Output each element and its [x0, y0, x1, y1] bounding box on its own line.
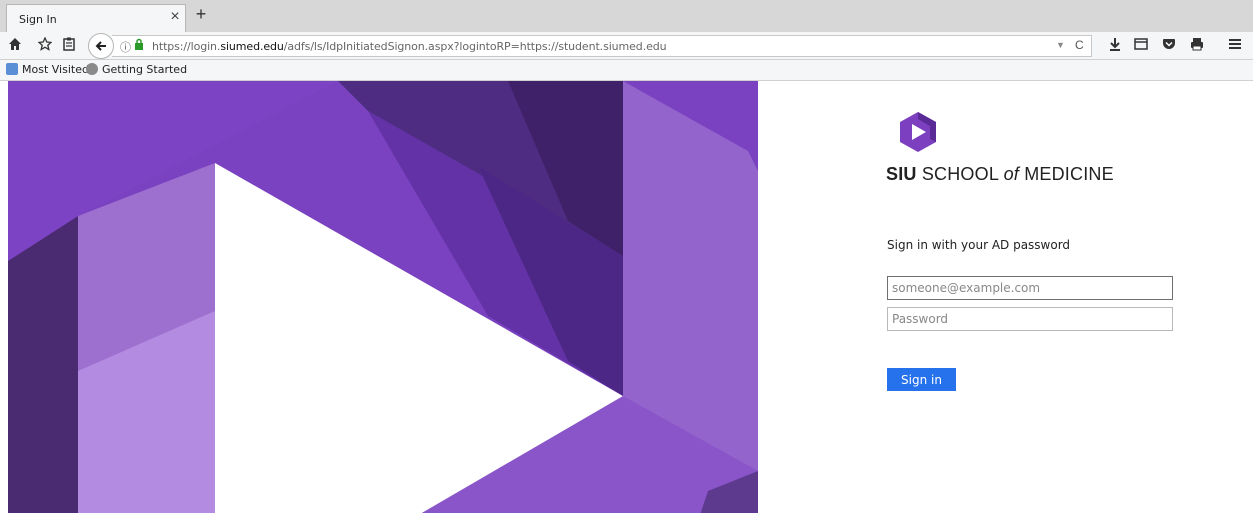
sign-in-button[interactable]: Sign in [887, 368, 956, 391]
url-prefix: https://login. [152, 40, 221, 53]
url-dropdown-icon[interactable]: ▼ [1056, 40, 1065, 50]
back-arrow-icon [95, 41, 106, 51]
tab-title: Sign In [19, 13, 57, 26]
bookmark-label: Getting Started [102, 63, 188, 76]
navigation-bar: ⓘ https://login.siumed.edu/adfs/ls/IdpIn… [0, 32, 1253, 60]
brand-of: of [1003, 164, 1019, 184]
tab-sign-in[interactable]: Sign In × [6, 4, 186, 32]
menu-icon[interactable] [1226, 37, 1244, 55]
brand-school: SCHOOL [921, 164, 999, 184]
url-path: /adfs/ls/IdpInitiatedSignon.aspx?loginto… [283, 40, 667, 53]
email-field[interactable] [887, 276, 1173, 300]
new-tab-icon[interactable]: + [192, 5, 210, 23]
password-field[interactable] [887, 307, 1173, 331]
tab-strip: Sign In × + [0, 0, 1253, 32]
sign-in-prompt: Sign in with your AD password [887, 238, 1071, 252]
back-button[interactable] [88, 33, 114, 59]
sidebar-icon[interactable] [1132, 37, 1150, 55]
bookmark-getting-started[interactable]: Getting Started [86, 63, 187, 76]
close-tab-icon[interactable]: × [167, 9, 183, 25]
firefox-icon [86, 63, 98, 75]
url-domain: siumed.edu [220, 40, 284, 53]
url-text: https://login.siumed.edu/adfs/ls/IdpInit… [152, 40, 667, 53]
siu-logo-icon [900, 112, 936, 152]
home-icon[interactable] [6, 37, 24, 55]
download-icon[interactable] [1106, 37, 1124, 55]
brand-siu: SIU [886, 164, 917, 184]
reload-icon[interactable]: C [1075, 38, 1084, 52]
lock-icon[interactable] [134, 38, 144, 53]
pocket-icon[interactable] [1160, 37, 1178, 55]
page-content: SIU SCHOOL of MEDICINE Sign in with your… [0, 81, 1253, 521]
url-bar[interactable]: ⓘ https://login.siumed.edu/adfs/ls/IdpIn… [112, 35, 1092, 57]
print-icon[interactable] [1188, 37, 1206, 55]
bookmark-star-icon[interactable] [36, 36, 54, 55]
info-icon[interactable]: ⓘ [120, 39, 131, 55]
bookmark-label: Most Visited [22, 63, 89, 76]
bookmarks-toolbar: Most Visited Getting Started [0, 60, 1253, 81]
hero-illustration [8, 81, 758, 521]
brand-wordmark: SIU SCHOOL of MEDICINE [886, 164, 1114, 185]
brand-medicine: MEDICINE [1024, 164, 1114, 184]
bookmark-most-visited[interactable]: Most Visited [6, 63, 89, 76]
folder-icon [6, 63, 18, 75]
reading-list-icon[interactable] [60, 37, 78, 55]
